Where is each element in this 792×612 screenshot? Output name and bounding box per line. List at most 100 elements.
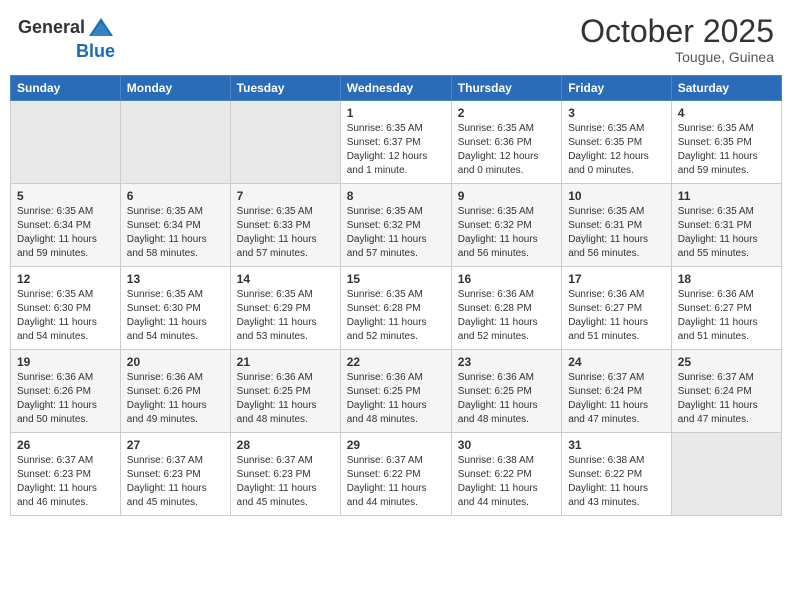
day-number: 3 bbox=[568, 106, 665, 120]
calendar-cell: 20 Sunrise: 6:36 AM Sunset: 6:26 PM Dayli… bbox=[120, 350, 230, 433]
calendar-week-row: 19 Sunrise: 6:36 AM Sunset: 6:26 PM Dayli… bbox=[11, 350, 782, 433]
day-number: 22 bbox=[347, 355, 445, 369]
weekday-header-row: SundayMondayTuesdayWednesdayThursdayFrid… bbox=[11, 76, 782, 101]
calendar-cell: 26 Sunrise: 6:37 AM Sunset: 6:23 PM Dayli… bbox=[11, 433, 121, 516]
day-number: 5 bbox=[17, 189, 114, 203]
calendar-cell: 1 Sunrise: 6:35 AM Sunset: 6:37 PM Daylig… bbox=[340, 101, 451, 184]
day-info: Sunrise: 6:35 AM Sunset: 6:30 PM Dayligh… bbox=[127, 288, 224, 344]
day-info: Sunrise: 6:35 AM Sunset: 6:30 PM Dayligh… bbox=[17, 288, 114, 344]
logo-icon bbox=[87, 14, 115, 42]
day-info: Sunrise: 6:35 AM Sunset: 6:36 PM Dayligh… bbox=[458, 122, 555, 178]
calendar-week-row: 12 Sunrise: 6:35 AM Sunset: 6:30 PM Dayli… bbox=[11, 267, 782, 350]
day-info: Sunrise: 6:36 AM Sunset: 6:26 PM Dayligh… bbox=[17, 371, 114, 427]
weekday-header-wednesday: Wednesday bbox=[340, 76, 451, 101]
day-number: 20 bbox=[127, 355, 224, 369]
day-info: Sunrise: 6:37 AM Sunset: 6:23 PM Dayligh… bbox=[17, 454, 114, 510]
day-info: Sunrise: 6:35 AM Sunset: 6:35 PM Dayligh… bbox=[568, 122, 665, 178]
day-info: Sunrise: 6:36 AM Sunset: 6:27 PM Dayligh… bbox=[678, 288, 775, 344]
day-number: 6 bbox=[127, 189, 224, 203]
day-info: Sunrise: 6:37 AM Sunset: 6:24 PM Dayligh… bbox=[678, 371, 775, 427]
calendar-week-row: 26 Sunrise: 6:37 AM Sunset: 6:23 PM Dayli… bbox=[11, 433, 782, 516]
day-info: Sunrise: 6:35 AM Sunset: 6:29 PM Dayligh… bbox=[237, 288, 334, 344]
day-info: Sunrise: 6:36 AM Sunset: 6:25 PM Dayligh… bbox=[458, 371, 555, 427]
calendar-cell: 27Sunrise: 6:37 AM Sunset: 6:23 PM Dayli… bbox=[120, 433, 230, 516]
day-info: Sunrise: 6:35 AM Sunset: 6:32 PM Dayligh… bbox=[458, 205, 555, 261]
calendar-cell: 4Sunrise: 6:35 AM Sunset: 6:35 PM Daylig… bbox=[671, 101, 781, 184]
calendar-cell bbox=[120, 101, 230, 184]
day-number: 18 bbox=[678, 272, 775, 286]
day-info: Sunrise: 6:35 AM Sunset: 6:28 PM Dayligh… bbox=[347, 288, 445, 344]
day-number: 29 bbox=[347, 438, 445, 452]
day-info: Sunrise: 6:35 AM Sunset: 6:34 PM Dayligh… bbox=[127, 205, 224, 261]
day-info: Sunrise: 6:37 AM Sunset: 6:22 PM Dayligh… bbox=[347, 454, 445, 510]
calendar-table: SundayMondayTuesdayWednesdayThursdayFrid… bbox=[10, 75, 782, 516]
day-info: Sunrise: 6:35 AM Sunset: 6:37 PM Dayligh… bbox=[347, 122, 445, 178]
day-number: 10 bbox=[568, 189, 665, 203]
day-info: Sunrise: 6:37 AM Sunset: 6:24 PM Dayligh… bbox=[568, 371, 665, 427]
day-number: 4 bbox=[678, 106, 775, 120]
day-number: 2 bbox=[458, 106, 555, 120]
day-number: 9 bbox=[458, 189, 555, 203]
calendar-cell: 13 Sunrise: 6:35 AM Sunset: 6:30 PM Dayli… bbox=[120, 267, 230, 350]
calendar-cell bbox=[230, 101, 340, 184]
weekday-header-friday: Friday bbox=[562, 76, 672, 101]
day-info: Sunrise: 6:35 AM Sunset: 6:32 PM Dayligh… bbox=[347, 205, 445, 261]
page-header: General Blue October 2025 Tougue, Guinea bbox=[10, 10, 782, 69]
calendar-cell: 25 Sunrise: 6:37 AM Sunset: 6:24 PM Dayli… bbox=[671, 350, 781, 433]
calendar-cell: 3 Sunrise: 6:35 AM Sunset: 6:35 PM Daylig… bbox=[562, 101, 672, 184]
calendar-cell: 11 Sunrise: 6:35 AM Sunset: 6:31 PM Dayli… bbox=[671, 184, 781, 267]
weekday-header-sunday: Sunday bbox=[11, 76, 121, 101]
day-info: Sunrise: 6:36 AM Sunset: 6:25 PM Dayligh… bbox=[237, 371, 334, 427]
day-info: Sunrise: 6:35 AM Sunset: 6:31 PM Dayligh… bbox=[568, 205, 665, 261]
day-number: 25 bbox=[678, 355, 775, 369]
day-info: Sunrise: 6:35 AM Sunset: 6:31 PM Dayligh… bbox=[678, 205, 775, 261]
calendar-cell: 22 Sunrise: 6:36 AM Sunset: 6:25 PM Dayli… bbox=[340, 350, 451, 433]
logo-blue: Blue bbox=[76, 42, 115, 62]
month-title: October 2025 bbox=[580, 14, 774, 49]
title-area: October 2025 Tougue, Guinea bbox=[580, 14, 774, 65]
day-number: 23 bbox=[458, 355, 555, 369]
logo-general: General bbox=[18, 18, 85, 38]
day-number: 21 bbox=[237, 355, 334, 369]
calendar-cell: 6 Sunrise: 6:35 AM Sunset: 6:34 PM Daylig… bbox=[120, 184, 230, 267]
calendar-week-row: 5 Sunrise: 6:35 AM Sunset: 6:34 PM Daylig… bbox=[11, 184, 782, 267]
day-number: 11 bbox=[678, 189, 775, 203]
day-number: 19 bbox=[17, 355, 114, 369]
day-number: 31 bbox=[568, 438, 665, 452]
day-info: Sunrise: 6:35 AM Sunset: 6:34 PM Dayligh… bbox=[17, 205, 114, 261]
calendar-cell: 28Sunrise: 6:37 AM Sunset: 6:23 PM Dayli… bbox=[230, 433, 340, 516]
day-number: 12 bbox=[17, 272, 114, 286]
logo: General Blue bbox=[18, 14, 115, 62]
day-number: 15 bbox=[347, 272, 445, 286]
calendar-cell: 18 Sunrise: 6:36 AM Sunset: 6:27 PM Dayli… bbox=[671, 267, 781, 350]
calendar-cell: 21 Sunrise: 6:36 AM Sunset: 6:25 PM Dayli… bbox=[230, 350, 340, 433]
day-number: 30 bbox=[458, 438, 555, 452]
location-title: Tougue, Guinea bbox=[580, 49, 774, 65]
day-info: Sunrise: 6:35 AM Sunset: 6:33 PM Dayligh… bbox=[237, 205, 334, 261]
day-info: Sunrise: 6:36 AM Sunset: 6:27 PM Dayligh… bbox=[568, 288, 665, 344]
calendar-cell: 17 Sunrise: 6:36 AM Sunset: 6:27 PM Dayli… bbox=[562, 267, 672, 350]
calendar-cell: 8Sunrise: 6:35 AM Sunset: 6:32 PM Daylig… bbox=[340, 184, 451, 267]
day-number: 24 bbox=[568, 355, 665, 369]
day-info: Sunrise: 6:36 AM Sunset: 6:25 PM Dayligh… bbox=[347, 371, 445, 427]
day-number: 1 bbox=[347, 106, 445, 120]
day-info: Sunrise: 6:36 AM Sunset: 6:28 PM Dayligh… bbox=[458, 288, 555, 344]
calendar-cell: 30Sunrise: 6:38 AM Sunset: 6:22 PM Dayli… bbox=[451, 433, 561, 516]
weekday-header-saturday: Saturday bbox=[671, 76, 781, 101]
day-number: 26 bbox=[17, 438, 114, 452]
calendar-cell: 23 Sunrise: 6:36 AM Sunset: 6:25 PM Dayli… bbox=[451, 350, 561, 433]
calendar-cell bbox=[11, 101, 121, 184]
calendar-cell: 12 Sunrise: 6:35 AM Sunset: 6:30 PM Dayli… bbox=[11, 267, 121, 350]
calendar-cell: 10 Sunrise: 6:35 AM Sunset: 6:31 PM Dayli… bbox=[562, 184, 672, 267]
day-info: Sunrise: 6:36 AM Sunset: 6:26 PM Dayligh… bbox=[127, 371, 224, 427]
calendar-cell: 29 Sunrise: 6:37 AM Sunset: 6:22 PM Dayli… bbox=[340, 433, 451, 516]
calendar-cell: 2 Sunrise: 6:35 AM Sunset: 6:36 PM Daylig… bbox=[451, 101, 561, 184]
calendar-cell: 19 Sunrise: 6:36 AM Sunset: 6:26 PM Dayli… bbox=[11, 350, 121, 433]
day-info: Sunrise: 6:37 AM Sunset: 6:23 PM Dayligh… bbox=[127, 454, 224, 510]
day-info: Sunrise: 6:38 AM Sunset: 6:22 PM Dayligh… bbox=[568, 454, 665, 510]
day-number: 28 bbox=[237, 438, 334, 452]
day-number: 17 bbox=[568, 272, 665, 286]
day-number: 13 bbox=[127, 272, 224, 286]
calendar-cell: 14Sunrise: 6:35 AM Sunset: 6:29 PM Dayli… bbox=[230, 267, 340, 350]
weekday-header-thursday: Thursday bbox=[451, 76, 561, 101]
